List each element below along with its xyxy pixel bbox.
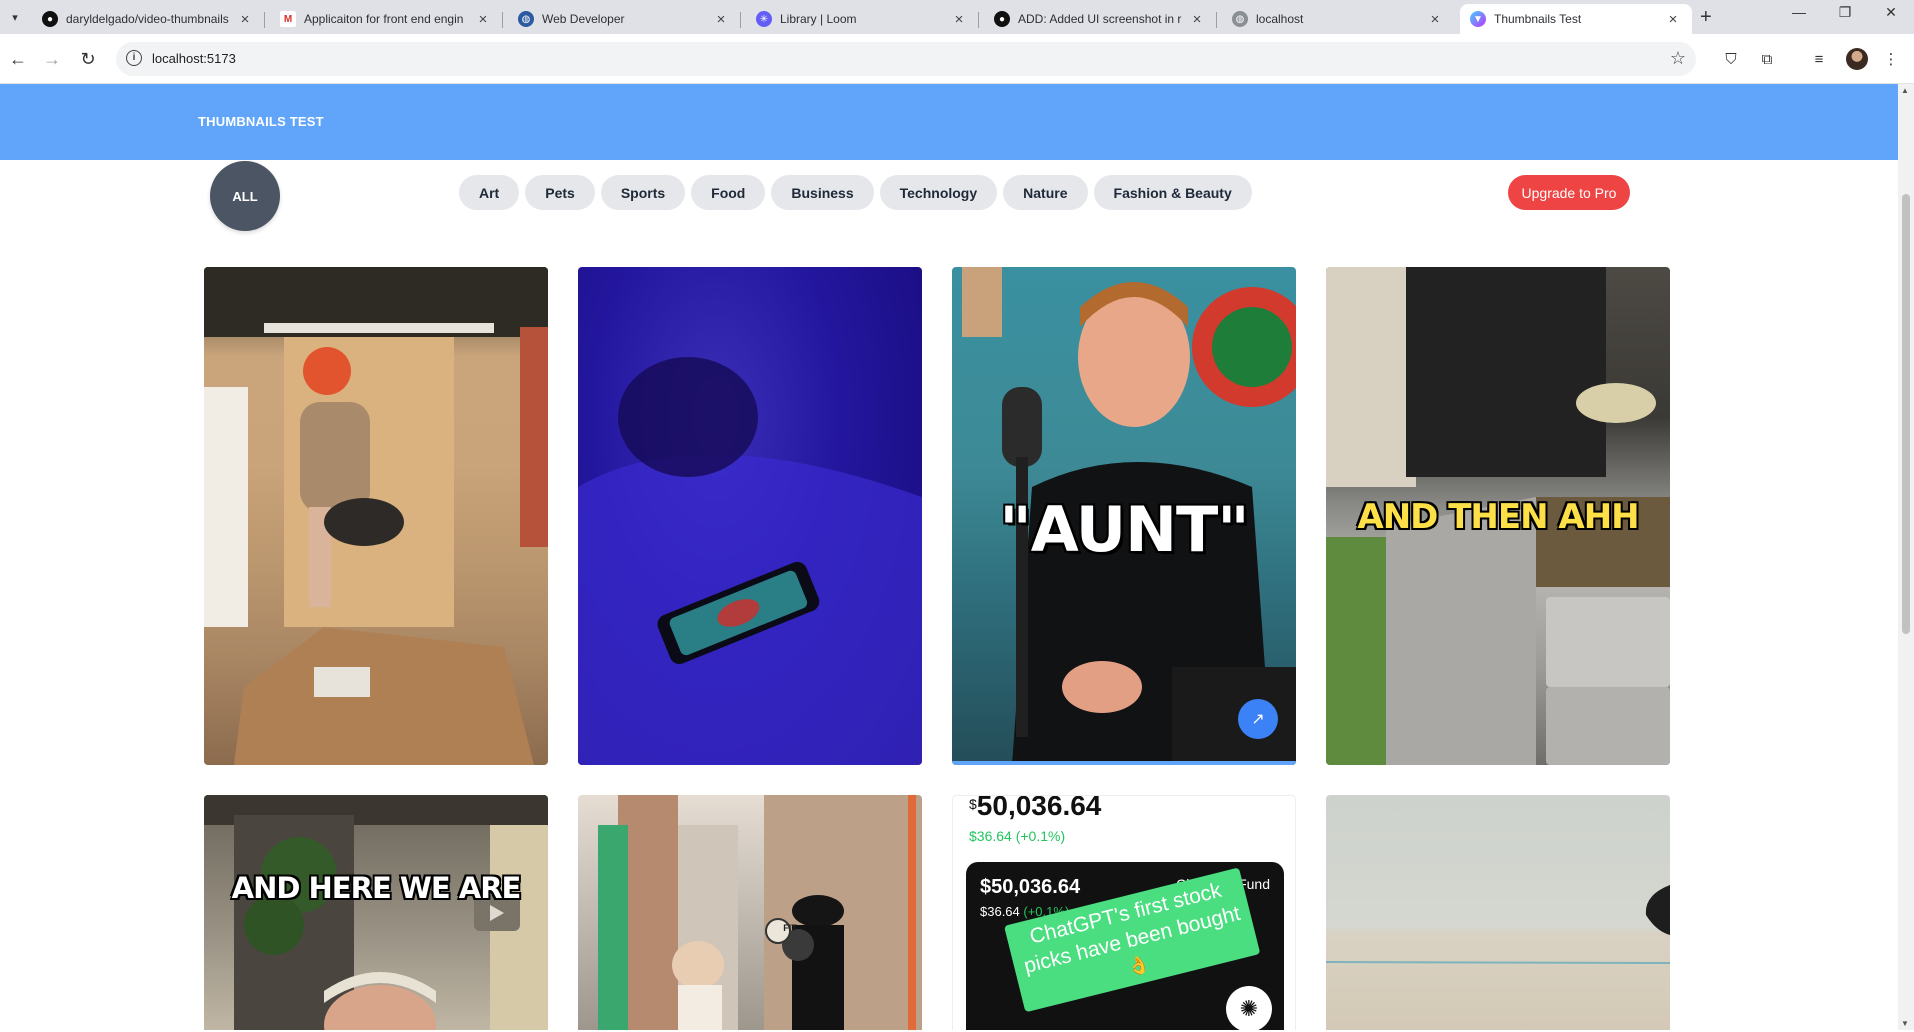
globe-icon: ◍ bbox=[518, 11, 534, 27]
thumbnail-scene bbox=[598, 795, 922, 1030]
openai-logo-icon: ✺ bbox=[1226, 986, 1272, 1030]
browser-tab[interactable]: ✳ Library | Loom × bbox=[746, 4, 979, 34]
site-header: THUMBNAILS TEST bbox=[0, 84, 1898, 160]
scroll-up-icon[interactable]: ▲ bbox=[1901, 86, 1909, 95]
fund-top-value: $50,036.64 bbox=[969, 795, 1102, 821]
close-icon[interactable]: × bbox=[1426, 11, 1444, 28]
thumbnail-scene bbox=[578, 357, 922, 765]
back-icon[interactable]: ← bbox=[6, 47, 30, 71]
tab-search-icon[interactable]: ▾ bbox=[4, 6, 26, 28]
gmail-icon: M bbox=[280, 11, 296, 27]
browser-tab[interactable]: ● daryldelgado/video-thumbnails × bbox=[32, 4, 265, 34]
thumbnail-caption: AND THEN AHH bbox=[1357, 497, 1639, 537]
video-thumbnail[interactable] bbox=[1326, 795, 1670, 1030]
page-scrollbar[interactable]: ▲ ▼ bbox=[1898, 84, 1914, 1030]
browser-toolbar: ← → ↻ i localhost:5173 ☆ ⛉ ⧉ ≡ ⋮ bbox=[0, 34, 1914, 84]
category-chip-food[interactable]: Food bbox=[691, 175, 766, 210]
thumbnail-scene bbox=[204, 795, 548, 1030]
open-link-icon[interactable]: ↗ bbox=[1238, 699, 1278, 739]
extensions-puzzle-icon[interactable]: ⧉ bbox=[1756, 48, 1778, 70]
brand-title: THUMBNAILS TEST bbox=[198, 114, 324, 129]
close-icon[interactable]: × bbox=[1188, 11, 1206, 28]
globe-icon: ◍ bbox=[1232, 11, 1248, 27]
tab-title: Applicaiton for front end engin bbox=[304, 12, 464, 26]
all-filter-button[interactable]: ALL bbox=[210, 161, 280, 231]
thumbnail-caption: AND HERE WE ARE bbox=[231, 871, 522, 905]
browser-menu-icon[interactable]: ⋮ bbox=[1880, 48, 1902, 70]
video-thumbnail[interactable] bbox=[204, 267, 548, 765]
fund-panel: $50,036.64 $36.64 (+0.1%) ChatGPT Fund C… bbox=[966, 862, 1284, 1030]
category-chip-sports[interactable]: Sports bbox=[600, 175, 686, 210]
close-icon[interactable]: × bbox=[236, 11, 254, 28]
tab-title: Web Developer bbox=[542, 12, 625, 26]
category-chip-fashion-beauty[interactable]: Fashion & Beauty bbox=[1093, 175, 1252, 210]
page-viewport: THUMBNAILS TEST ALL Art Pets Sports Food… bbox=[0, 84, 1898, 1030]
bookmark-star-icon[interactable]: ☆ bbox=[1670, 48, 1686, 69]
github-icon: ● bbox=[42, 11, 58, 27]
close-icon[interactable]: × bbox=[950, 11, 968, 28]
category-chip-pets[interactable]: Pets bbox=[525, 175, 595, 210]
tab-title: Library | Loom bbox=[780, 12, 857, 26]
browser-tab[interactable]: M Applicaiton for front end engin × bbox=[270, 4, 503, 34]
thumbnail-caption: "AUNT" bbox=[999, 493, 1249, 566]
restore-icon[interactable]: ❐ bbox=[1822, 4, 1868, 21]
browser-tab[interactable]: ◍ Web Developer × bbox=[508, 4, 741, 34]
forward-icon[interactable]: → bbox=[40, 47, 64, 71]
category-filters: Art Pets Sports Food Business Technology… bbox=[459, 175, 1252, 210]
fund-panel-value: $50,036.64 bbox=[980, 876, 1081, 898]
video-thumbnail[interactable]: AND THEN AHH bbox=[1326, 267, 1670, 765]
browser-tab[interactable]: ● ADD: Added UI screenshot in r × bbox=[984, 4, 1217, 34]
video-thumbnail[interactable]: FIT bbox=[578, 795, 922, 1030]
extension-shield-icon[interactable]: ⛉ bbox=[1720, 48, 1742, 70]
category-chip-business[interactable]: Business bbox=[771, 175, 874, 210]
minimize-icon[interactable]: — bbox=[1776, 4, 1822, 20]
browser-tab-active[interactable]: ▼ Thumbnails Test × bbox=[1460, 4, 1692, 34]
browser-tab[interactable]: ◍ localhost × bbox=[1222, 4, 1454, 34]
scroll-down-icon[interactable]: ▼ bbox=[1901, 1019, 1909, 1028]
tab-title: ADD: Added UI screenshot in r bbox=[1018, 12, 1182, 26]
video-thumbnail[interactable]: $50,036.64 $36.64 (+0.1%) $50,036.64 $36… bbox=[952, 795, 1296, 1030]
category-chip-art[interactable]: Art bbox=[459, 175, 520, 210]
video-progress-bar bbox=[952, 761, 1296, 765]
close-icon[interactable]: × bbox=[712, 11, 730, 28]
github-icon: ● bbox=[994, 11, 1010, 27]
scrollbar-thumb[interactable] bbox=[1902, 194, 1910, 634]
fit-badge: FIT bbox=[783, 923, 797, 933]
fund-top-change: $36.64 (+0.1%) bbox=[969, 828, 1066, 844]
video-thumbnail-hovered[interactable]: "AUNT" ↗ bbox=[952, 267, 1296, 765]
video-thumbnail[interactable] bbox=[578, 267, 922, 765]
thumbnail-scene bbox=[1326, 885, 1670, 964]
url-text: localhost:5173 bbox=[152, 51, 236, 66]
browser-tab-bar: ▾ ● daryldelgado/video-thumbnails × M Ap… bbox=[0, 0, 1914, 34]
tab-title: Thumbnails Test bbox=[1494, 12, 1582, 26]
close-icon[interactable]: × bbox=[1664, 11, 1682, 28]
loom-icon: ✳ bbox=[756, 11, 772, 27]
close-icon[interactable]: × bbox=[474, 11, 492, 28]
vite-icon: ▼ bbox=[1470, 11, 1486, 27]
reload-icon[interactable]: ↻ bbox=[76, 47, 100, 71]
window-close-icon[interactable]: ✕ bbox=[1868, 4, 1914, 21]
category-chip-technology[interactable]: Technology bbox=[879, 175, 998, 210]
video-thumbnail[interactable]: AND HERE WE ARE bbox=[204, 795, 548, 1030]
media-controls-icon[interactable]: ≡ bbox=[1808, 48, 1830, 70]
tab-title: daryldelgado/video-thumbnails bbox=[66, 12, 229, 26]
category-chip-nature[interactable]: Nature bbox=[1003, 175, 1088, 210]
upgrade-to-pro-button[interactable]: Upgrade to Pro bbox=[1508, 175, 1630, 210]
thumbnail-scene bbox=[204, 267, 548, 765]
tab-title: localhost bbox=[1256, 12, 1304, 26]
address-bar[interactable]: i localhost:5173 ☆ bbox=[116, 42, 1696, 76]
profile-avatar[interactable] bbox=[1846, 48, 1868, 70]
site-info-icon[interactable]: i bbox=[126, 50, 142, 66]
new-tab-icon[interactable]: + bbox=[1700, 6, 1712, 29]
